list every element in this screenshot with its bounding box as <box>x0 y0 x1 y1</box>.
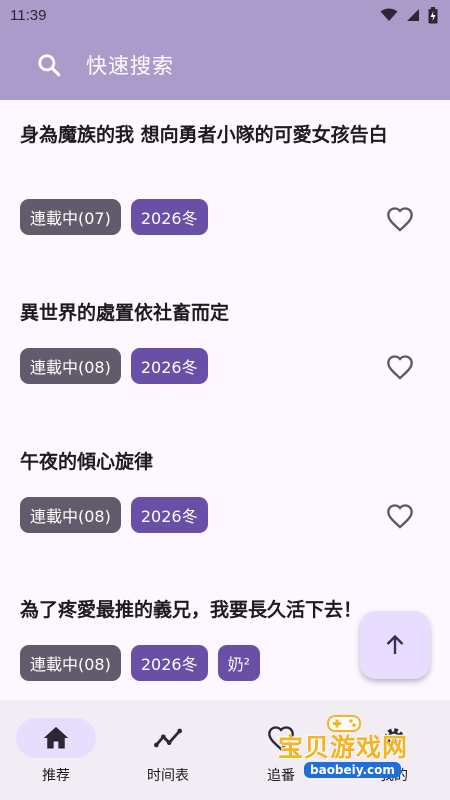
tag-row: 連載中(08) 2026冬 <box>20 497 208 533</box>
favorite-heart-icon[interactable] <box>386 206 414 232</box>
season-tag: 2026冬 <box>130 348 208 384</box>
status-tag: 連載中(08) <box>20 645 121 681</box>
watermark-url: baobeiy.com <box>304 762 401 778</box>
wifi-icon <box>380 8 398 21</box>
nav-item-recommend[interactable]: 推荐 <box>0 716 112 796</box>
battery-icon <box>428 6 438 23</box>
status-tag: 連載中(08) <box>20 348 121 384</box>
nav-item-schedule[interactable]: 时间表 <box>112 716 224 796</box>
season-tag: 2026冬 <box>130 645 208 681</box>
home-icon[interactable] <box>42 725 70 751</box>
scroll-to-top-button[interactable] <box>360 611 430 679</box>
status-bar: 11:39 <box>0 0 450 30</box>
search-icon[interactable] <box>36 52 62 78</box>
season-tag: 2026冬 <box>130 199 208 235</box>
tag-row: 連載中(08) 2026冬 <box>20 348 208 384</box>
status-time: 11:39 <box>10 6 47 24</box>
season-tag: 2026冬 <box>130 497 208 533</box>
nav-label: 时间表 <box>147 768 189 784</box>
status-icons <box>380 6 438 24</box>
search-bar[interactable]: 快速搜索 <box>0 30 450 100</box>
tag-row: 連載中(07) 2026冬 <box>20 199 208 235</box>
arrow-up-icon <box>386 634 404 654</box>
tag-row: 連載中(08) 2026冬 奶² <box>20 645 261 681</box>
item-title[interactable]: 身為魔族的我 想向勇者小隊的可愛女孩告白 <box>20 120 400 151</box>
watermark-text: 宝贝游戏网 <box>278 733 409 762</box>
status-tag: 連載中(08) <box>20 497 121 533</box>
trending-icon[interactable] <box>154 725 182 751</box>
nav-label: 推荐 <box>42 768 70 784</box>
search-placeholder[interactable]: 快速搜索 <box>86 50 174 80</box>
status-tag: 連載中(07) <box>20 199 121 235</box>
signal-icon <box>407 9 419 21</box>
favorite-heart-icon[interactable] <box>386 354 414 380</box>
watermark-logo: 宝贝游戏网 baobeiy.com <box>276 712 436 784</box>
favorite-heart-icon[interactable] <box>386 503 414 529</box>
item-title[interactable]: 異世界的處置依社畜而定 <box>20 298 400 329</box>
extra-tag: 奶² <box>217 645 261 681</box>
item-title[interactable]: 午夜的傾心旋律 <box>20 447 400 478</box>
